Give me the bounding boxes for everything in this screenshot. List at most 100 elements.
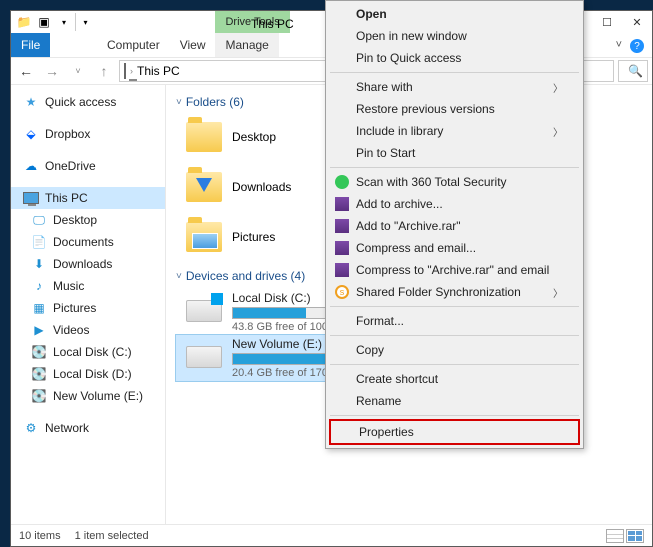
status-bar: 10 items 1 item selected — [11, 524, 652, 546]
search-input[interactable]: 🔍 — [618, 60, 648, 82]
ctx-rename[interactable]: Rename — [328, 390, 581, 412]
breadcrumb[interactable]: This PC — [137, 64, 180, 78]
ctx-compress-rar-email[interactable]: Compress to "Archive.rar" and email — [328, 259, 581, 281]
chevron-down-icon: ˅ — [176, 97, 182, 108]
folder-icon — [186, 169, 222, 205]
ctx-open-new-window[interactable]: Open in new window — [328, 25, 581, 47]
selection-count: 1 item selected — [75, 530, 149, 542]
drive-icon — [186, 291, 222, 327]
pc-icon — [23, 190, 39, 206]
chevron-right-icon: 〉 — [553, 285, 563, 300]
documents-icon: 📄 — [31, 234, 47, 250]
sidebar-network[interactable]: ⚙Network — [11, 417, 165, 439]
ctx-open[interactable]: Open — [328, 3, 581, 25]
sidebar-item-downloads[interactable]: ⬇Downloads — [11, 253, 165, 275]
separator — [330, 72, 579, 73]
context-menu: Open Open in new window Pin to Quick acc… — [325, 0, 584, 449]
sidebar-item-new-volume-e[interactable]: 💽New Volume (E:) — [11, 385, 165, 407]
ctx-properties[interactable]: Properties — [331, 421, 578, 443]
navigation-pane: ★Quick access ⬙Dropbox ☁OneDrive This PC… — [11, 85, 166, 524]
downloads-icon: ⬇ — [31, 256, 47, 272]
archive-icon — [334, 196, 350, 212]
view-details-button[interactable] — [606, 529, 624, 543]
sidebar-dropbox[interactable]: ⬙Dropbox — [11, 123, 165, 145]
folder-icon — [186, 219, 222, 255]
folder-label: Desktop — [232, 130, 276, 144]
folder-icon: 📁 — [15, 13, 33, 31]
music-icon: ♪ — [31, 278, 47, 294]
sidebar-item-desktop[interactable]: 🖵Desktop — [11, 209, 165, 231]
tab-view[interactable]: View — [170, 33, 216, 57]
sidebar-item-pictures[interactable]: ▦Pictures — [11, 297, 165, 319]
ctx-copy[interactable]: Copy — [328, 339, 581, 361]
folder-icon — [186, 119, 222, 155]
chevron-right-icon: 〉 — [553, 124, 563, 139]
sync-icon: s — [334, 284, 350, 300]
back-button[interactable]: ← — [15, 60, 37, 82]
properties-qat-icon[interactable]: ▣ — [35, 13, 53, 31]
sidebar-this-pc[interactable]: This PC — [11, 187, 165, 209]
drive-icon: 💽 — [31, 366, 47, 382]
folder-label: Downloads — [232, 180, 291, 194]
sidebar-item-local-disk-c[interactable]: 💽Local Disk (C:) — [11, 341, 165, 363]
ctx-compress-email[interactable]: Compress and email... — [328, 237, 581, 259]
archive-icon — [334, 218, 350, 234]
ctx-scan-360[interactable]: Scan with 360 Total Security — [328, 171, 581, 193]
drive-icon: 💽 — [31, 388, 47, 404]
quick-access-toolbar: 📁 ▣ ▾ ▾ — [11, 11, 97, 33]
sidebar-item-videos[interactable]: ▶Videos — [11, 319, 165, 341]
ctx-include-library[interactable]: Include in library〉 — [328, 120, 581, 142]
item-count: 10 items — [19, 530, 61, 542]
network-icon: ⚙ — [23, 420, 39, 436]
separator — [330, 167, 579, 168]
tab-computer[interactable]: Computer — [97, 33, 170, 57]
chevron-right-icon[interactable]: › — [130, 66, 133, 76]
tab-manage[interactable]: Manage — [215, 33, 278, 57]
ctx-shared-folder-sync[interactable]: sShared Folder Synchronization〉 — [328, 281, 581, 303]
sidebar-quick-access[interactable]: ★Quick access — [11, 91, 165, 113]
onedrive-icon: ☁ — [23, 158, 39, 174]
sidebar-item-local-disk-d[interactable]: 💽Local Disk (D:) — [11, 363, 165, 385]
separator — [330, 335, 579, 336]
search-icon: 🔍 — [628, 64, 643, 78]
star-icon: ★ — [23, 94, 39, 110]
ctx-restore-previous[interactable]: Restore previous versions — [328, 98, 581, 120]
ctx-share-with[interactable]: Share with〉 — [328, 76, 581, 98]
tab-file[interactable]: File — [11, 33, 50, 57]
pc-icon — [124, 64, 126, 78]
ctx-add-rar[interactable]: Add to "Archive.rar" — [328, 215, 581, 237]
help-icon[interactable]: ? — [630, 39, 644, 53]
ctx-pin-start[interactable]: Pin to Start — [328, 142, 581, 164]
view-icons-button[interactable] — [626, 529, 644, 543]
sidebar-item-documents[interactable]: 📄Documents — [11, 231, 165, 253]
chevron-down-icon: ˅ — [176, 271, 182, 282]
archive-icon — [334, 240, 350, 256]
ribbon-tabs: File Home — [11, 33, 97, 57]
pictures-icon: ▦ — [31, 300, 47, 316]
drive-icon — [186, 337, 222, 373]
ribbon-collapse-icon[interactable]: ˅ — [616, 39, 622, 51]
videos-icon: ▶ — [31, 322, 47, 338]
close-button[interactable]: ✕ — [622, 11, 652, 33]
recent-locations-icon[interactable]: ˅ — [67, 60, 89, 82]
ctx-create-shortcut[interactable]: Create shortcut — [328, 368, 581, 390]
dropbox-icon: ⬙ — [23, 126, 39, 142]
maximize-button[interactable]: ☐ — [592, 11, 622, 33]
qat-overflow-icon[interactable]: ▾ — [75, 13, 93, 31]
up-button[interactable]: ↑ — [93, 60, 115, 82]
separator — [330, 415, 579, 416]
qat-dropdown-icon[interactable]: ▾ — [55, 13, 73, 31]
ctx-add-archive[interactable]: Add to archive... — [328, 193, 581, 215]
desktop-icon: 🖵 — [31, 212, 47, 228]
forward-button[interactable]: → — [41, 60, 63, 82]
ctx-pin-quick-access[interactable]: Pin to Quick access — [328, 47, 581, 69]
chevron-right-icon: 〉 — [553, 80, 563, 95]
ctx-format[interactable]: Format... — [328, 310, 581, 332]
highlight-box: Properties — [329, 419, 580, 445]
drive-icon: 💽 — [31, 344, 47, 360]
sidebar-onedrive[interactable]: ☁OneDrive — [11, 155, 165, 177]
separator — [330, 364, 579, 365]
separator — [330, 306, 579, 307]
sidebar-item-music[interactable]: ♪Music — [11, 275, 165, 297]
shield-icon — [334, 174, 350, 190]
